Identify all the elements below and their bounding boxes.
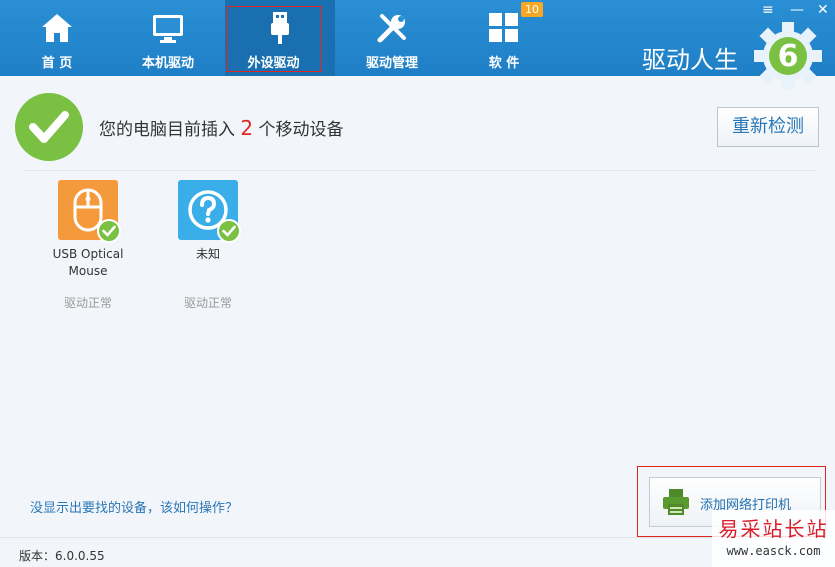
watermark-title: 易采站长站 <box>718 517 829 541</box>
home-icon <box>42 14 72 42</box>
close-button[interactable]: ✕ <box>817 2 829 18</box>
brand-logo-icon: 6 <box>754 22 822 90</box>
menu-icon[interactable]: ≡ <box>762 2 774 18</box>
recheck-button[interactable]: 重新检测 <box>717 107 819 147</box>
watermark-url: www.easck.com <box>726 544 821 558</box>
software-update-badge: 10 <box>521 2 543 17</box>
printer-icon <box>663 489 689 515</box>
brand-name: 驱动人生 <box>642 46 738 74</box>
status-suffix: 个移动设备 <box>253 120 344 140</box>
ok-check-icon <box>97 219 121 243</box>
device-usb-mouse[interactable]: USB Optical Mouse 驱动正常 <box>38 180 138 310</box>
device-name: 未知 <box>195 247 220 261</box>
device-status: 驱动正常 <box>63 296 112 310</box>
footer-divider <box>0 537 835 538</box>
device-status: 驱动正常 <box>183 296 232 310</box>
tools-icon <box>377 14 406 43</box>
nav-driver-management-label: 驱动管理 <box>365 56 418 71</box>
nav-driver-management[interactable]: 驱动管理 <box>343 0 441 76</box>
top-navigation-bar: 首 页 本机驱动 外设驱动 驱动管理 10 软 件 ≡ — ✕ 驱动人生 6 <box>0 0 835 90</box>
nav-local-drivers[interactable]: 本机驱动 <box>119 0 217 76</box>
monitor-icon <box>153 15 183 43</box>
version-label: 版本：6.0.0.55 <box>19 549 105 563</box>
watermark: 易采站长站 www.easck.com <box>712 510 835 567</box>
nav-software-label: 软 件 <box>488 56 520 71</box>
device-count: 2 <box>240 116 254 140</box>
nav-software[interactable]: 10 软 件 <box>455 0 553 76</box>
nav-home[interactable]: 首 页 <box>8 0 106 76</box>
nav-peripheral-drivers[interactable]: 外设驱动 <box>225 0 335 76</box>
status-prefix: 您的电脑目前插入 <box>99 120 241 140</box>
usb-icon <box>271 12 289 44</box>
nav-home-label: 首 页 <box>41 56 73 71</box>
divider <box>25 170 815 172</box>
device-tile <box>58 180 121 243</box>
nav-peripheral-drivers-label: 外设驱动 <box>247 56 300 71</box>
device-count-message: 您的电脑目前插入 2 个移动设备 <box>99 115 344 140</box>
brand-logo-digit: 6 <box>778 39 799 74</box>
device-unknown[interactable]: 未知 驱动正常 <box>158 180 258 310</box>
ok-check-icon <box>217 219 241 243</box>
nav-local-drivers-label: 本机驱动 <box>141 56 194 71</box>
device-name: USB Optical Mouse <box>52 247 124 278</box>
apps-grid-icon <box>489 13 518 42</box>
status-check-icon <box>15 93 83 161</box>
minimize-button[interactable]: — <box>790 2 804 18</box>
device-tile <box>178 180 241 243</box>
help-link[interactable]: 没显示出要找的设备，该如何操作？ <box>30 497 238 516</box>
